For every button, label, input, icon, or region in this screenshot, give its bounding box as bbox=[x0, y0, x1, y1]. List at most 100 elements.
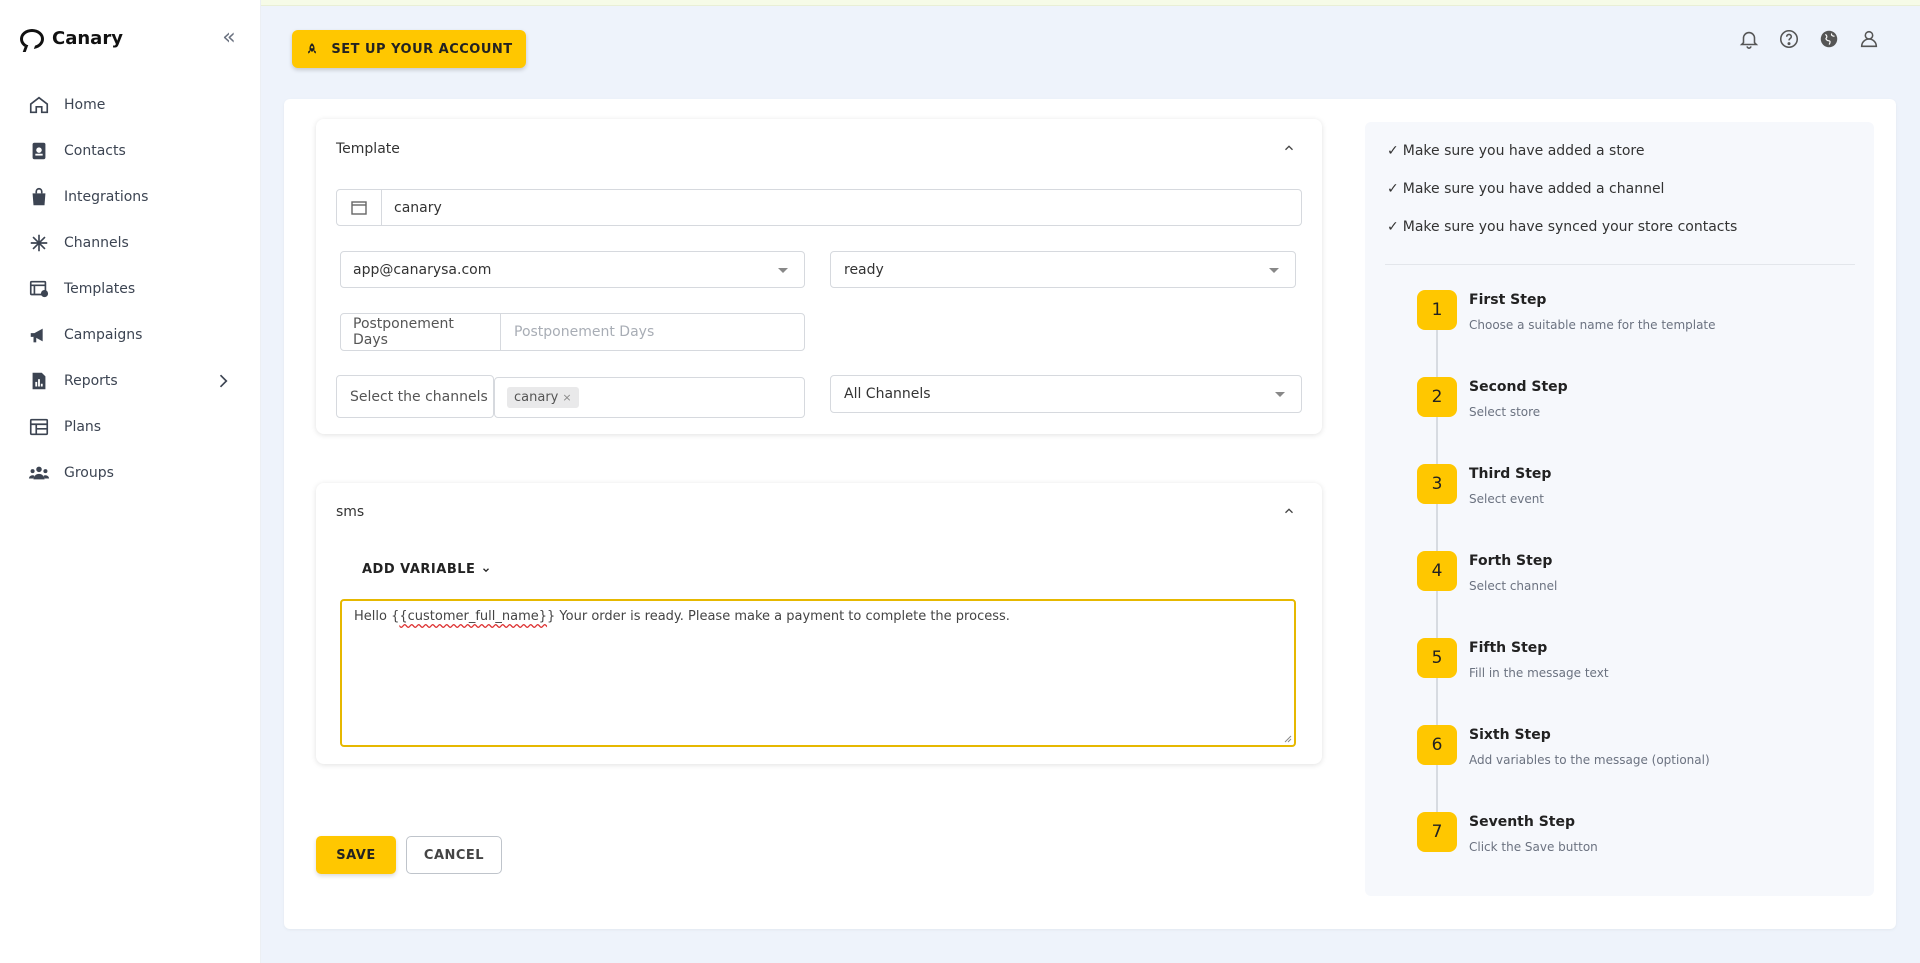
step-description: Select event bbox=[1469, 492, 1545, 506]
message-textarea[interactable]: Hello {{customer_full_name}} Your order … bbox=[340, 599, 1296, 747]
dropdown-arrow-icon bbox=[778, 267, 788, 273]
step-title: First Step bbox=[1469, 292, 1547, 308]
bell-icon[interactable] bbox=[1738, 28, 1760, 50]
header-icons bbox=[1738, 28, 1880, 50]
chevron-up-icon[interactable] bbox=[1282, 141, 1296, 155]
step-title: Seventh Step bbox=[1469, 814, 1575, 830]
user-icon[interactable] bbox=[1858, 28, 1880, 50]
remove-chip-icon[interactable]: × bbox=[562, 391, 571, 404]
step-description: Select store bbox=[1469, 405, 1541, 419]
sidebar-item-templates[interactable]: Templates bbox=[0, 266, 261, 312]
postponement-days-field[interactable]: Postponement Days Postponement Days bbox=[340, 313, 805, 351]
channels-icon bbox=[30, 234, 48, 252]
sidebar-item-label: Home bbox=[64, 97, 106, 113]
brand[interactable]: Canary bbox=[20, 28, 123, 49]
step-number: 2 bbox=[1417, 377, 1457, 417]
chevron-up-icon[interactable] bbox=[1282, 504, 1296, 518]
setup-account-button[interactable]: SET UP YOUR ACCOUNT bbox=[292, 30, 526, 68]
step-description: Fill in the message text bbox=[1469, 666, 1609, 680]
postponement-days-placeholder: Postponement Days bbox=[514, 324, 655, 340]
channel-type-select[interactable]: All Channels bbox=[830, 375, 1302, 413]
calendar-addon bbox=[337, 190, 382, 225]
step-item: 5 Fifth Step Fill in the message text bbox=[1417, 638, 1817, 698]
sidebar: Canary « Home Contacts Integrations Chan… bbox=[0, 0, 261, 963]
sidebar-item-label: Campaigns bbox=[64, 327, 143, 343]
cancel-button[interactable]: CANCEL bbox=[406, 836, 502, 874]
help-icon[interactable] bbox=[1778, 28, 1800, 50]
chevron-right-icon[interactable] bbox=[213, 371, 233, 391]
channel-chip: canary × bbox=[507, 387, 579, 408]
plans-icon bbox=[29, 418, 49, 436]
step-description: Select channel bbox=[1469, 579, 1558, 593]
globe-icon[interactable] bbox=[1818, 28, 1840, 50]
event-select-value: ready bbox=[844, 261, 884, 278]
step-number: 5 bbox=[1417, 638, 1457, 678]
sidebar-item-label: Plans bbox=[64, 419, 102, 435]
step-item: 6 Sixth Step Add variables to the messag… bbox=[1417, 725, 1817, 785]
sidebar-item-label: Templates bbox=[64, 281, 136, 297]
dropdown-arrow-icon bbox=[1275, 392, 1285, 397]
step-title: Second Step bbox=[1469, 379, 1568, 395]
step-item: 3 Third Step Select event bbox=[1417, 464, 1817, 524]
step-title: Third Step bbox=[1469, 466, 1552, 482]
step-item: 7 Seventh Step Click the Save button bbox=[1417, 812, 1817, 872]
message-suffix: } Your order is ready. Please make a pay… bbox=[547, 609, 1010, 624]
step-number: 1 bbox=[1417, 290, 1457, 330]
sidebar-nav: Home Contacts Integrations Channels Temp… bbox=[0, 82, 261, 496]
sidebar-item-home[interactable]: Home bbox=[0, 82, 261, 128]
reports-icon bbox=[32, 372, 46, 390]
step-number: 4 bbox=[1417, 551, 1457, 591]
sidebar-item-label: Groups bbox=[64, 465, 114, 481]
template-name-input[interactable]: canary bbox=[336, 189, 1302, 226]
brand-name: Canary bbox=[52, 28, 123, 49]
step-description: Choose a suitable name for the template bbox=[1469, 318, 1716, 332]
step-item: 4 Forth Step Select channel bbox=[1417, 551, 1817, 611]
step-item: 2 Second Step Select store bbox=[1417, 377, 1817, 437]
rocket-icon bbox=[308, 43, 317, 54]
channels-multiselect[interactable]: canary × bbox=[494, 377, 805, 418]
save-button[interactable]: SAVE bbox=[316, 836, 396, 874]
sidebar-item-groups[interactable]: Groups bbox=[0, 450, 261, 496]
resize-handle-icon[interactable] bbox=[1282, 733, 1292, 743]
divider bbox=[1385, 264, 1855, 265]
message-variable: {customer_full_name} bbox=[399, 609, 548, 624]
sidebar-item-label: Channels bbox=[64, 235, 129, 251]
channel-type-value: All Channels bbox=[844, 386, 931, 402]
sidebar-item-campaigns[interactable]: Campaigns bbox=[0, 312, 261, 358]
sidebar-item-channels[interactable]: Channels bbox=[0, 220, 261, 266]
step-description: Click the Save button bbox=[1469, 840, 1598, 854]
collapse-sidebar-icon[interactable]: « bbox=[218, 27, 240, 50]
home-icon bbox=[29, 96, 49, 114]
channel-chip-label: canary bbox=[514, 390, 559, 405]
sidebar-item-contacts[interactable]: Contacts bbox=[0, 128, 261, 174]
step-number: 3 bbox=[1417, 464, 1457, 504]
groups-icon bbox=[28, 466, 50, 480]
check-icon: ✓ bbox=[1387, 181, 1399, 197]
sms-panel-title: sms bbox=[336, 504, 365, 520]
sidebar-item-reports[interactable]: Reports bbox=[0, 358, 261, 404]
step-description: Add variables to the message (optional) bbox=[1469, 753, 1710, 767]
sidebar-item-integrations[interactable]: Integrations bbox=[0, 174, 261, 220]
store-select-value: app@canarysa.com bbox=[353, 261, 492, 278]
checklist-item: ✓ Make sure you have added a channel bbox=[1387, 181, 1665, 197]
checklist-item: ✓ Make sure you have added a store bbox=[1387, 143, 1645, 159]
sidebar-item-label: Reports bbox=[64, 373, 118, 389]
campaigns-icon bbox=[30, 328, 43, 343]
channels-label-box: Select the channels bbox=[336, 375, 494, 418]
sidebar-item-label: Integrations bbox=[64, 189, 149, 205]
check-icon: ✓ bbox=[1387, 219, 1399, 235]
sidebar-item-label: Contacts bbox=[64, 143, 126, 159]
setup-account-label: SET UP YOUR ACCOUNT bbox=[331, 41, 513, 57]
template-panel-title: Template bbox=[336, 141, 400, 157]
chevron-down-icon bbox=[483, 567, 490, 572]
store-select[interactable]: app@canarysa.com bbox=[340, 251, 805, 288]
step-title: Forth Step bbox=[1469, 553, 1553, 569]
contacts-icon bbox=[32, 142, 46, 160]
add-variable-button[interactable]: ADD VARIABLE bbox=[362, 562, 491, 577]
event-select[interactable]: ready bbox=[830, 251, 1296, 288]
step-title: Sixth Step bbox=[1469, 727, 1551, 743]
step-number: 7 bbox=[1417, 812, 1457, 852]
check-icon: ✓ bbox=[1387, 143, 1399, 159]
message-prefix: Hello { bbox=[354, 609, 400, 624]
sidebar-item-plans[interactable]: Plans bbox=[0, 404, 261, 450]
